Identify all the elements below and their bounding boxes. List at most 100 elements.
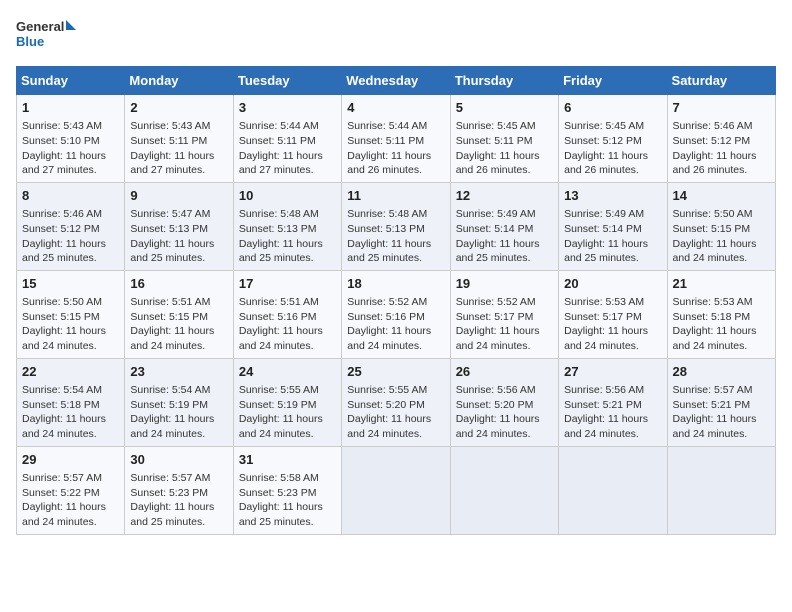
day-number: 23 — [130, 363, 227, 381]
day-info: Sunrise: 5:43 AM Sunset: 5:11 PM Dayligh… — [130, 119, 227, 178]
calendar-cell: 5Sunrise: 5:45 AM Sunset: 5:11 PM Daylig… — [450, 95, 558, 183]
day-number: 25 — [347, 363, 444, 381]
calendar-cell — [450, 446, 558, 534]
svg-text:Blue: Blue — [16, 34, 44, 49]
day-number: 26 — [456, 363, 553, 381]
day-number: 18 — [347, 275, 444, 293]
calendar-cell: 25 Sunrise: 5:55 AM Sunset: 5:20 PM Dayli… — [342, 358, 450, 446]
header-sunday: Sunday — [17, 67, 125, 95]
header-friday: Friday — [559, 67, 667, 95]
page-header: General Blue — [16, 16, 776, 58]
day-info: Sunrise: 5:53 AM Sunset: 5:18 PM Dayligh… — [673, 295, 770, 354]
calendar-cell: 30Sunrise: 5:57 AM Sunset: 5:23 PM Dayli… — [125, 446, 233, 534]
day-info: Sunrise: 5:57 AM Sunset: 5:22 PM Dayligh… — [22, 471, 119, 530]
calendar-cell: 1Sunrise: 5:43 AM Sunset: 5:10 PM Daylig… — [17, 95, 125, 183]
day-number: 1 — [22, 99, 119, 117]
calendar-cell: 14 Sunrise: 5:50 AM Sunset: 5:15 PM Dayli… — [667, 182, 775, 270]
day-info: Sunrise: 5:49 AM Sunset: 5:14 PM Dayligh… — [456, 207, 553, 266]
calendar-cell: 18 Sunrise: 5:52 AM Sunset: 5:16 PM Dayli… — [342, 270, 450, 358]
calendar-cell: 29 Sunrise: 5:57 AM Sunset: 5:22 PM Dayli… — [17, 446, 125, 534]
day-info: Sunrise: 5:46 AM Sunset: 5:12 PM Dayligh… — [673, 119, 770, 178]
day-info: Sunrise: 5:45 AM Sunset: 5:11 PM Dayligh… — [456, 119, 553, 178]
day-number: 10 — [239, 187, 336, 205]
day-number: 22 — [22, 363, 119, 381]
calendar-cell: 13 Sunrise: 5:49 AM Sunset: 5:14 PM Dayli… — [559, 182, 667, 270]
svg-text:General: General — [16, 19, 64, 34]
day-info: Sunrise: 5:49 AM Sunset: 5:14 PM Dayligh… — [564, 207, 661, 266]
calendar-cell: 7 Sunrise: 5:46 AM Sunset: 5:12 PM Daylig… — [667, 95, 775, 183]
day-number: 13 — [564, 187, 661, 205]
day-number: 4 — [347, 99, 444, 117]
calendar-week-2: 8 Sunrise: 5:46 AM Sunset: 5:12 PM Daylig… — [17, 182, 776, 270]
header-saturday: Saturday — [667, 67, 775, 95]
day-number: 29 — [22, 451, 119, 469]
calendar-cell: 21 Sunrise: 5:53 AM Sunset: 5:18 PM Dayli… — [667, 270, 775, 358]
day-number: 15 — [22, 275, 119, 293]
day-number: 16 — [130, 275, 227, 293]
day-info: Sunrise: 5:48 AM Sunset: 5:13 PM Dayligh… — [239, 207, 336, 266]
calendar-cell: 4 Sunrise: 5:44 AM Sunset: 5:11 PM Daylig… — [342, 95, 450, 183]
calendar-cell: 15 Sunrise: 5:50 AM Sunset: 5:15 PM Dayli… — [17, 270, 125, 358]
day-info: Sunrise: 5:48 AM Sunset: 5:13 PM Dayligh… — [347, 207, 444, 266]
day-number: 7 — [673, 99, 770, 117]
day-number: 20 — [564, 275, 661, 293]
day-number: 31 — [239, 451, 336, 469]
day-info: Sunrise: 5:50 AM Sunset: 5:15 PM Dayligh… — [673, 207, 770, 266]
calendar-cell: 17 Sunrise: 5:51 AM Sunset: 5:16 PM Dayli… — [233, 270, 341, 358]
logo: General Blue — [16, 16, 76, 58]
day-info: Sunrise: 5:51 AM Sunset: 5:15 PM Dayligh… — [130, 295, 227, 354]
day-info: Sunrise: 5:53 AM Sunset: 5:17 PM Dayligh… — [564, 295, 661, 354]
calendar-cell: 26Sunrise: 5:56 AM Sunset: 5:20 PM Dayli… — [450, 358, 558, 446]
day-info: Sunrise: 5:56 AM Sunset: 5:21 PM Dayligh… — [564, 383, 661, 442]
calendar-cell: 24Sunrise: 5:55 AM Sunset: 5:19 PM Dayli… — [233, 358, 341, 446]
calendar-cell: 16 Sunrise: 5:51 AM Sunset: 5:15 PM Dayli… — [125, 270, 233, 358]
day-number: 19 — [456, 275, 553, 293]
calendar-table: SundayMondayTuesdayWednesdayThursdayFrid… — [16, 66, 776, 535]
header-tuesday: Tuesday — [233, 67, 341, 95]
day-info: Sunrise: 5:47 AM Sunset: 5:13 PM Dayligh… — [130, 207, 227, 266]
header-monday: Monday — [125, 67, 233, 95]
day-info: Sunrise: 5:55 AM Sunset: 5:20 PM Dayligh… — [347, 383, 444, 442]
calendar-cell: 12 Sunrise: 5:49 AM Sunset: 5:14 PM Dayli… — [450, 182, 558, 270]
calendar-cell: 10 Sunrise: 5:48 AM Sunset: 5:13 PM Dayli… — [233, 182, 341, 270]
days-header-row: SundayMondayTuesdayWednesdayThursdayFrid… — [17, 67, 776, 95]
day-number: 21 — [673, 275, 770, 293]
day-info: Sunrise: 5:57 AM Sunset: 5:23 PM Dayligh… — [130, 471, 227, 530]
calendar-week-3: 15 Sunrise: 5:50 AM Sunset: 5:15 PM Dayli… — [17, 270, 776, 358]
calendar-cell — [342, 446, 450, 534]
calendar-cell: 27 Sunrise: 5:56 AM Sunset: 5:21 PM Dayli… — [559, 358, 667, 446]
day-info: Sunrise: 5:44 AM Sunset: 5:11 PM Dayligh… — [347, 119, 444, 178]
header-wednesday: Wednesday — [342, 67, 450, 95]
day-number: 8 — [22, 187, 119, 205]
day-info: Sunrise: 5:58 AM Sunset: 5:23 PM Dayligh… — [239, 471, 336, 530]
day-number: 24 — [239, 363, 336, 381]
day-number: 3 — [239, 99, 336, 117]
calendar-cell: 2Sunrise: 5:43 AM Sunset: 5:11 PM Daylig… — [125, 95, 233, 183]
day-number: 11 — [347, 187, 444, 205]
calendar-cell: 11 Sunrise: 5:48 AM Sunset: 5:13 PM Dayli… — [342, 182, 450, 270]
calendar-cell — [559, 446, 667, 534]
day-info: Sunrise: 5:52 AM Sunset: 5:17 PM Dayligh… — [456, 295, 553, 354]
calendar-cell: 9 Sunrise: 5:47 AM Sunset: 5:13 PM Daylig… — [125, 182, 233, 270]
calendar-week-1: 1Sunrise: 5:43 AM Sunset: 5:10 PM Daylig… — [17, 95, 776, 183]
calendar-week-4: 22 Sunrise: 5:54 AM Sunset: 5:18 PM Dayli… — [17, 358, 776, 446]
calendar-cell: 22 Sunrise: 5:54 AM Sunset: 5:18 PM Dayli… — [17, 358, 125, 446]
calendar-cell: 20 Sunrise: 5:53 AM Sunset: 5:17 PM Dayli… — [559, 270, 667, 358]
day-number: 17 — [239, 275, 336, 293]
day-info: Sunrise: 5:57 AM Sunset: 5:21 PM Dayligh… — [673, 383, 770, 442]
header-thursday: Thursday — [450, 67, 558, 95]
day-number: 9 — [130, 187, 227, 205]
calendar-week-5: 29 Sunrise: 5:57 AM Sunset: 5:22 PM Dayli… — [17, 446, 776, 534]
day-info: Sunrise: 5:46 AM Sunset: 5:12 PM Dayligh… — [22, 207, 119, 266]
day-number: 27 — [564, 363, 661, 381]
calendar-cell: 31 Sunrise: 5:58 AM Sunset: 5:23 PM Dayli… — [233, 446, 341, 534]
calendar-cell: 28Sunrise: 5:57 AM Sunset: 5:21 PM Dayli… — [667, 358, 775, 446]
day-info: Sunrise: 5:50 AM Sunset: 5:15 PM Dayligh… — [22, 295, 119, 354]
day-number: 12 — [456, 187, 553, 205]
day-info: Sunrise: 5:45 AM Sunset: 5:12 PM Dayligh… — [564, 119, 661, 178]
day-info: Sunrise: 5:52 AM Sunset: 5:16 PM Dayligh… — [347, 295, 444, 354]
day-info: Sunrise: 5:54 AM Sunset: 5:18 PM Dayligh… — [22, 383, 119, 442]
day-info: Sunrise: 5:51 AM Sunset: 5:16 PM Dayligh… — [239, 295, 336, 354]
day-number: 14 — [673, 187, 770, 205]
calendar-cell: 8 Sunrise: 5:46 AM Sunset: 5:12 PM Daylig… — [17, 182, 125, 270]
